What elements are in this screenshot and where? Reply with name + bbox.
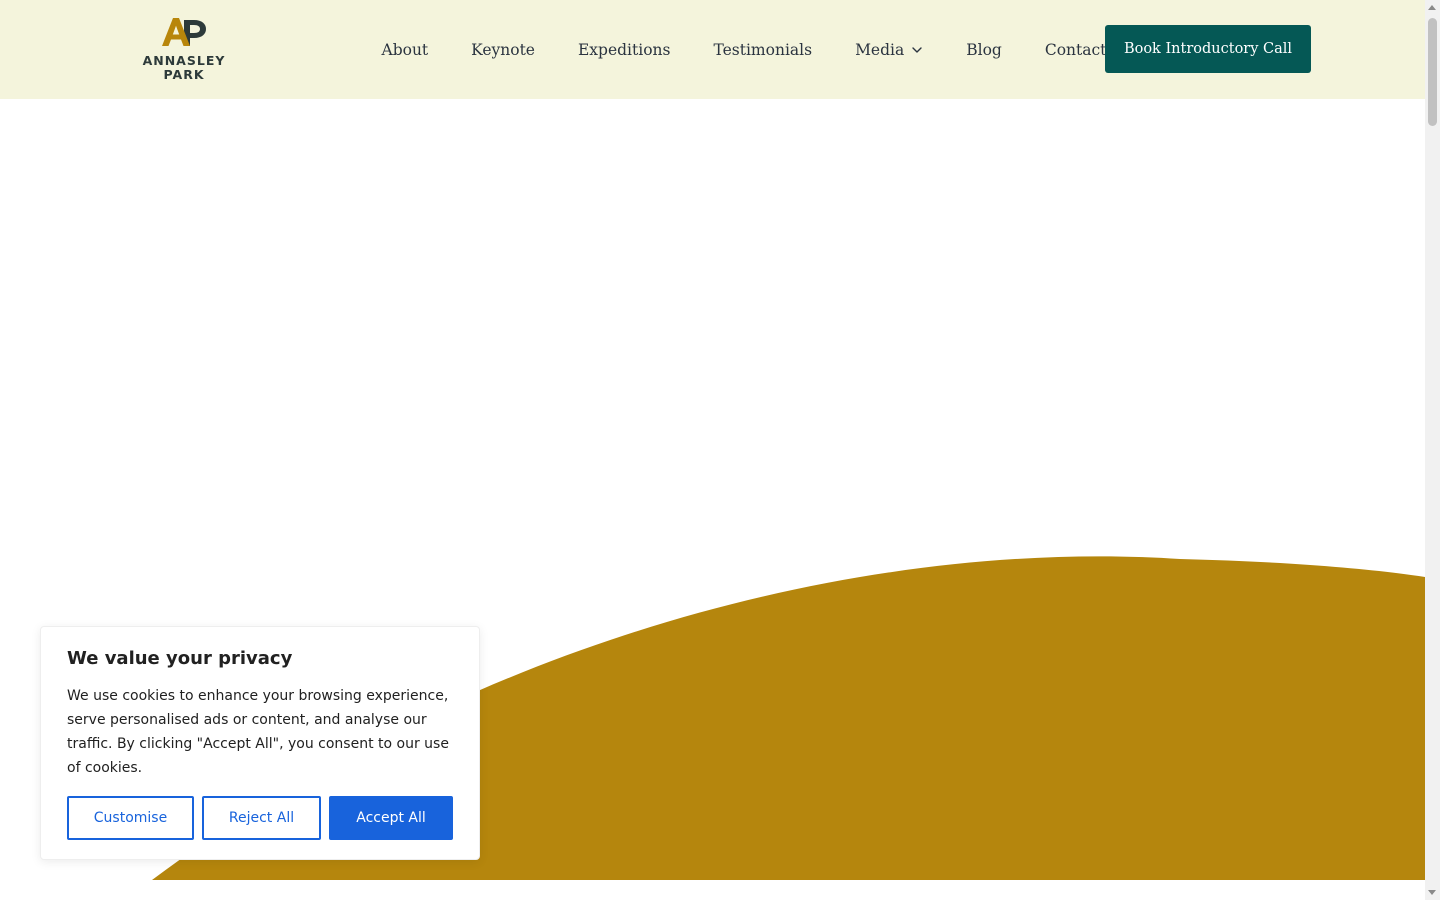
- nav-media-label: Media: [855, 40, 905, 59]
- nav-about-label: About: [381, 40, 429, 59]
- vertical-scrollbar[interactable]: [1425, 0, 1440, 900]
- page: ANNASLEY PARK About Keynote Expeditions …: [0, 0, 1440, 900]
- nav-media[interactable]: Media: [834, 30, 945, 70]
- nav-keynote-label: Keynote: [471, 40, 535, 59]
- nav-keynote[interactable]: Keynote: [450, 30, 557, 70]
- nav-contact-label: Contact: [1044, 40, 1107, 59]
- nav-blog[interactable]: Blog: [945, 30, 1024, 70]
- reject-all-button[interactable]: Reject All: [202, 796, 321, 840]
- scroll-down-arrow-icon[interactable]: [1428, 890, 1436, 895]
- cookie-banner-text: We use cookies to enhance your browsing …: [67, 688, 449, 776]
- nav-testimonials[interactable]: Testimonials: [692, 30, 834, 70]
- nav-blog-label: Blog: [966, 40, 1002, 59]
- book-introductory-call-button[interactable]: Book Introductory Call: [1105, 25, 1311, 73]
- annasley-park-logo-icon: [162, 18, 206, 46]
- customise-button[interactable]: Customise: [67, 796, 194, 840]
- nav-testimonials-label: Testimonials: [713, 40, 813, 59]
- site-logo[interactable]: ANNASLEY PARK: [140, 16, 228, 84]
- site-header: ANNASLEY PARK About Keynote Expeditions …: [0, 0, 1425, 99]
- accept-all-button[interactable]: Accept All: [329, 796, 453, 840]
- cookie-consent-banner: We value your privacy We use cookies to …: [40, 626, 480, 860]
- nav-expeditions[interactable]: Expeditions: [556, 30, 692, 70]
- scroll-up-arrow-icon[interactable]: [1428, 5, 1436, 10]
- logo-text-annasley: ANNASLEY: [142, 53, 226, 68]
- scrollbar-thumb[interactable]: [1428, 18, 1437, 126]
- nav-expeditions-label: Expeditions: [577, 40, 671, 59]
- logo-text-park: PARK: [163, 67, 205, 82]
- nav-about[interactable]: About: [360, 30, 450, 70]
- main-nav: About Keynote Expeditions Testimonials M…: [360, 0, 1128, 99]
- cookie-banner-title: We value your privacy: [67, 648, 293, 669]
- chevron-down-icon: [912, 46, 922, 53]
